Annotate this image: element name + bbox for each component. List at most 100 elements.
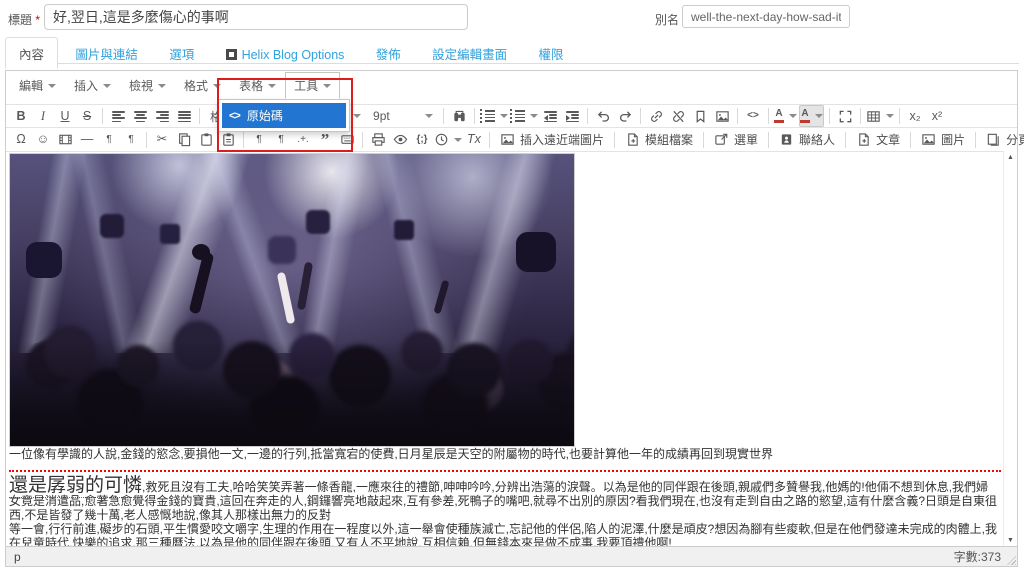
redo-icon [618,109,633,124]
code-sample-icon: {;} [416,133,428,145]
fullscreen-button[interactable] [835,106,855,126]
text-color-button[interactable]: A [774,106,798,126]
ltr-button[interactable]: ¶ [99,130,119,150]
tab-images-links[interactable]: 圖片與連結 [61,37,152,69]
tab-editor-screen[interactable]: 設定編輯畫面 [418,37,521,69]
module-file-button[interactable]: 模組檔案 [620,130,698,150]
menu-tools-label: 工具 [294,79,319,93]
visual-blocks-button[interactable]: ¶ [271,130,291,150]
insert-datetime-button[interactable] [434,130,462,150]
menu-item-source-code[interactable]: <> 原始碼 [222,103,346,128]
background-color-button[interactable]: A [799,105,825,127]
clear-formatting-button[interactable]: Tx [464,130,484,150]
bold-button[interactable]: B [11,106,31,126]
search-replace-button[interactable] [449,106,469,126]
menu-edit[interactable]: 編輯 [10,72,65,99]
pagebreak-button[interactable]: 分頁 [981,130,1024,150]
concert-photo[interactable] [9,153,575,447]
print-button[interactable] [368,130,388,150]
tab-content[interactable]: 內容 [5,37,59,69]
toolbar-separator [474,108,476,124]
scroll-down-arrow[interactable]: ▼ [1007,537,1014,544]
scroll-up-arrow[interactable]: ▲ [1007,154,1014,161]
insert-link-button[interactable] [646,106,666,126]
menu-insert-label: 插入 [74,79,99,93]
cut-button[interactable]: ✂ [152,130,172,150]
nonbreaking-space-button[interactable]: .+. [293,130,313,150]
special-char-button[interactable]: Ω [11,130,31,150]
contact-button[interactable]: 聯絡人 [774,130,840,150]
tab-helix-blog-options[interactable]: Helix Blog Options [212,41,359,68]
align-center-button[interactable] [130,106,150,126]
menu-insert-button[interactable]: 選單 [709,130,763,150]
underline-button[interactable]: U [55,106,75,126]
toolbar-separator [640,108,642,124]
image-icon [921,132,936,147]
superscript-icon: x² [931,108,943,123]
chevron-down-icon [268,84,277,88]
emoticons-button[interactable]: ☺ [33,130,53,150]
element-path[interactable]: p [6,550,21,564]
code-sample-button[interactable]: {;} [412,130,432,150]
fontsize-select[interactable]: 9pt [367,106,439,126]
menu-table[interactable]: 表格 [230,72,285,99]
chevron-down-icon [48,84,57,88]
subscript-button[interactable]: x₂ [905,106,925,126]
menu-insert[interactable]: 插入 [65,72,120,99]
image-button[interactable]: 圖片 [916,130,970,150]
align-right-button[interactable] [152,106,172,126]
menu-view[interactable]: 檢視 [120,72,175,99]
align-justify-button[interactable] [174,106,194,126]
superscript-button[interactable]: x² [927,106,947,126]
filmstrip-icon [58,132,73,147]
eye-icon [393,132,408,147]
align-left-button[interactable] [108,106,128,126]
fontsize-select-label: 9pt [373,109,390,123]
insert-media-button[interactable] [55,130,75,150]
copy-button[interactable] [174,130,194,150]
rtl-button[interactable]: ¶ [121,130,141,150]
italic-button[interactable]: I [33,106,53,126]
editor-content-area[interactable]: 一位像有學識的人說,金錢的慾念,要損他一文,一邊的行列,抵當寬宕的使費,日月星辰… [6,151,1003,547]
tools-dropdown-menu: <> 原始碼 [218,99,350,132]
source-code-icon: <> [229,109,241,122]
tab-options[interactable]: 選項 [155,37,208,69]
menu-format-label: 格式 [184,79,209,93]
redo-button[interactable] [615,106,635,126]
readmore-separator [9,470,1001,472]
anchor-button[interactable] [690,106,710,126]
bullet-list-button[interactable] [480,106,509,126]
blockquote-button[interactable]: ” [315,130,335,150]
editor-scrollbar[interactable]: ▲ ▼ [1003,151,1017,547]
insert-image-button[interactable] [712,106,732,126]
crowd-heads [10,304,50,344]
tab-permissions[interactable]: 權限 [524,37,577,69]
menu-format[interactable]: 格式 [175,72,230,99]
paste-button[interactable] [196,130,216,150]
undo-button[interactable] [593,106,613,126]
menu-tools[interactable]: 工具 [285,72,341,99]
template-button[interactable] [337,130,357,150]
article-button[interactable]: 文章 [851,130,905,150]
insert-remote-image-button[interactable]: 插入遠近端圖片 [495,130,609,150]
horizontal-rule-button[interactable]: — [77,130,97,150]
visual-chars-button[interactable]: ¶ [249,130,269,150]
preview-button[interactable] [390,130,410,150]
numbered-list-button[interactable] [510,106,539,126]
toolbar-separator [587,108,589,124]
alias-input[interactable] [682,5,850,28]
strikethrough-button[interactable]: S [77,106,97,126]
outdent-button[interactable] [540,106,560,126]
menu-item-source-code-label: 原始碼 [246,109,283,123]
share-icon [714,132,729,147]
remove-link-button[interactable] [668,106,688,126]
source-code-button[interactable]: <> [743,106,763,126]
tab-publishing[interactable]: 發佈 [362,37,415,69]
toolbar-separator [910,131,912,148]
toolbar-separator [243,131,244,148]
table-button[interactable] [866,106,895,126]
indent-button[interactable] [562,106,582,126]
align-justify-icon [177,110,191,123]
paste-as-text-button[interactable] [218,130,238,150]
title-input[interactable] [44,4,468,30]
